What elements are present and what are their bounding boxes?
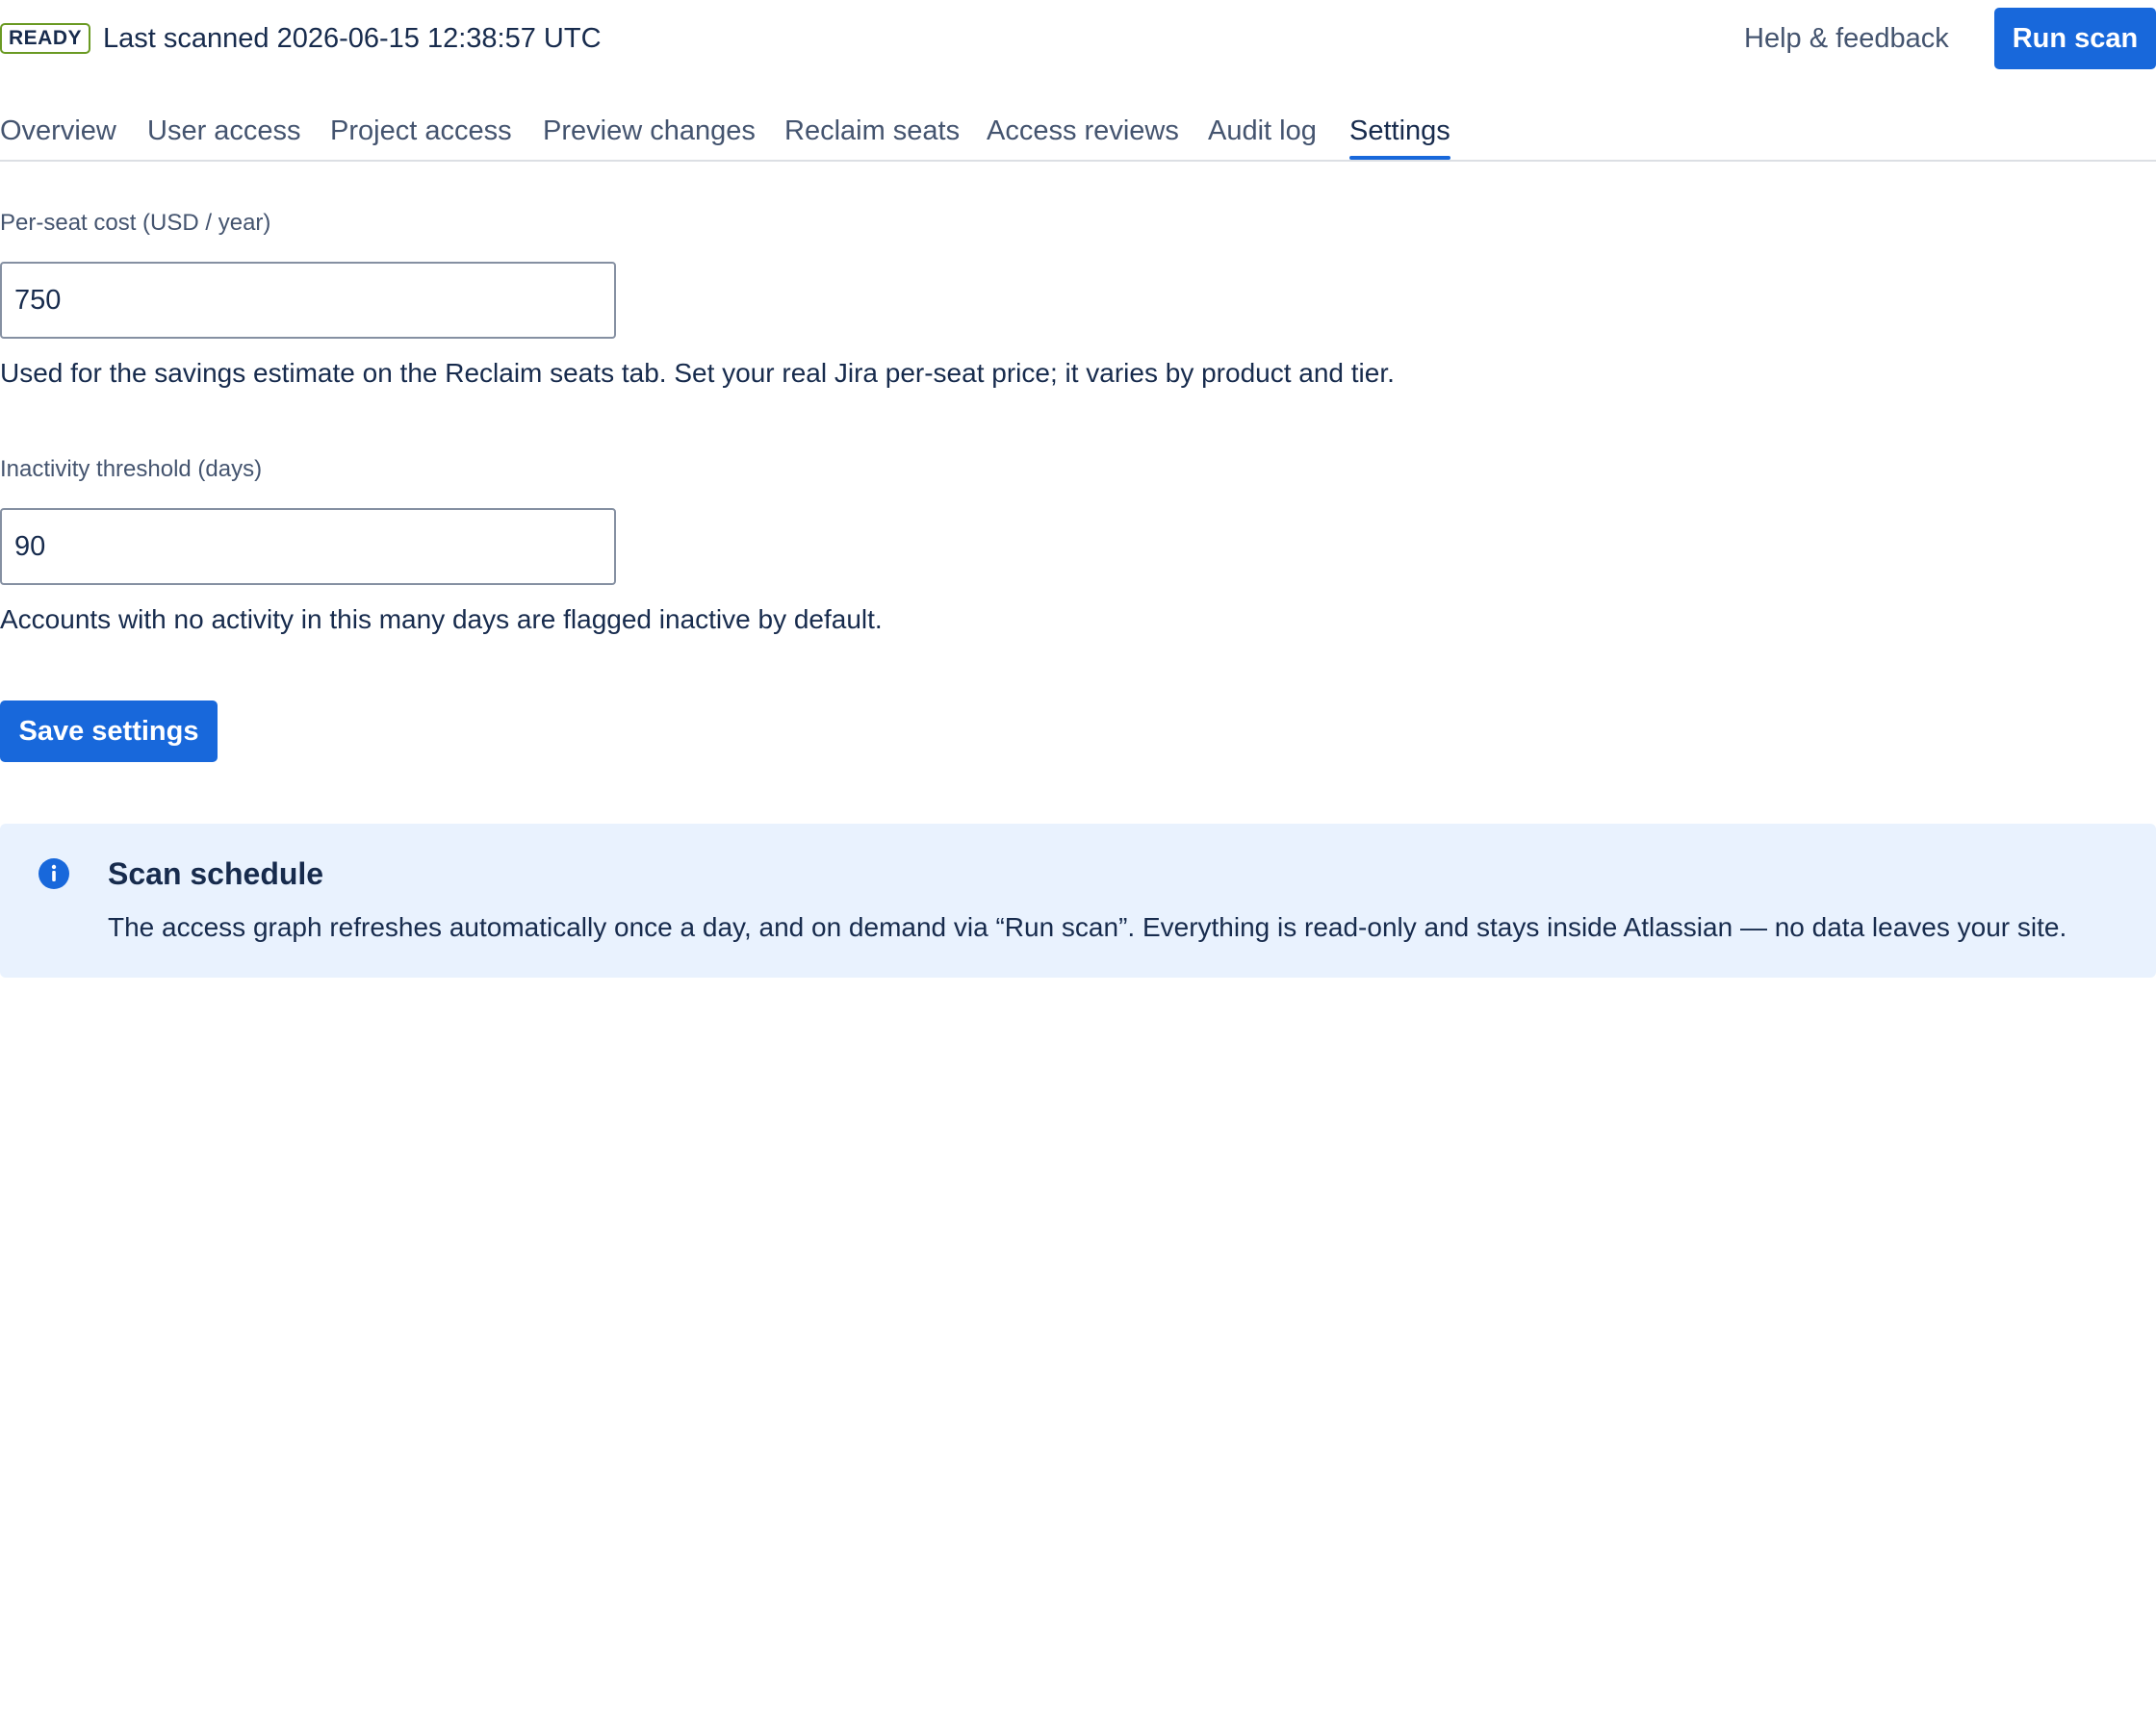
inactivity-threshold-help: Accounts with no activity in this many d…	[0, 604, 883, 634]
tab-bar: Overview User access Project access Prev…	[0, 104, 2156, 162]
per-seat-cost-input[interactable]	[0, 262, 616, 339]
tab-settings[interactable]: Settings	[1349, 112, 1450, 160]
per-seat-cost-help: Used for the savings estimate on the Rec…	[0, 358, 1395, 388]
run-scan-button[interactable]: Run scan	[1994, 8, 2156, 69]
tab-preview-changes[interactable]: Preview changes	[543, 112, 756, 150]
info-icon	[38, 858, 69, 889]
tab-user-access[interactable]: User access	[147, 112, 301, 150]
info-panel-title: Scan schedule	[108, 856, 324, 891]
inactivity-threshold-label: Inactivity threshold (days)	[0, 456, 263, 482]
save-settings-button[interactable]: Save settings	[0, 700, 218, 762]
tab-reclaim-seats[interactable]: Reclaim seats	[784, 112, 960, 150]
tab-project-access[interactable]: Project access	[330, 112, 512, 150]
scan-schedule-panel: Scan schedule The access graph refreshes…	[0, 824, 2156, 978]
help-feedback-link[interactable]: Help & feedback	[1744, 19, 1949, 58]
per-seat-cost-label: Per-seat cost (USD / year)	[0, 210, 271, 236]
tab-overview[interactable]: Overview	[0, 112, 116, 150]
inactivity-threshold-input[interactable]	[0, 508, 616, 585]
status-badge: READY	[0, 23, 91, 54]
app-header: READY Last scanned 2026-06-15 12:38:57 U…	[0, 0, 2156, 77]
last-scanned-text: Last scanned 2026-06-15 12:38:57 UTC	[103, 23, 602, 54]
tab-audit-log[interactable]: Audit log	[1208, 112, 1317, 150]
info-panel-body: The access graph refreshes automatically…	[108, 912, 2067, 942]
tab-access-reviews[interactable]: Access reviews	[987, 112, 1179, 150]
